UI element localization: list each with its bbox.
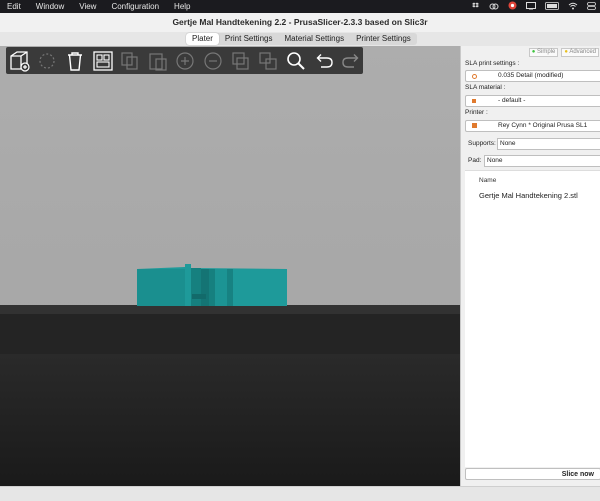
3d-scene[interactable] xyxy=(0,46,460,486)
paste-icon[interactable] xyxy=(146,49,170,73)
plater-toolbar xyxy=(6,47,363,74)
menu-configuration[interactable]: Configuration xyxy=(111,2,159,11)
right-sidebar: ● Simple ● Advanced SLA print settings :… xyxy=(460,46,600,486)
mode-advanced-button[interactable]: ● Advanced xyxy=(561,48,599,57)
tray-dropbox-icon[interactable] xyxy=(471,2,480,12)
tray-control-center-icon[interactable] xyxy=(587,1,596,12)
tray-wifi-icon[interactable] xyxy=(568,2,578,12)
print-bed-front xyxy=(0,314,460,354)
printer-value: Rey Cynn * Original Prusa SL1 xyxy=(498,122,588,129)
mode-advanced-dot-icon: ● xyxy=(564,49,568,55)
menu-help[interactable]: Help xyxy=(174,2,190,11)
print-settings-value: 0.035 Detail (modified) xyxy=(498,72,564,79)
tab-group: Plater Print Settings Material Settings … xyxy=(186,33,417,45)
menu-window[interactable]: Window xyxy=(36,2,64,11)
material-color-icon xyxy=(472,99,476,103)
preset-modified-icon xyxy=(472,74,477,79)
material-label: SLA material : xyxy=(465,84,506,91)
object-list-header-name: Name xyxy=(479,177,497,184)
object-list[interactable]: Name Gertje Mal Handtekening 2.stl xyxy=(465,170,600,467)
search-icon[interactable] xyxy=(284,49,308,73)
printer-label: Printer : xyxy=(465,109,488,116)
system-menubar: Edit Window View Configuration Help xyxy=(0,0,600,13)
material-value: - default - xyxy=(498,97,526,104)
copy-icon[interactable] xyxy=(118,49,142,73)
status-tray xyxy=(471,0,596,13)
model-object[interactable] xyxy=(137,264,287,306)
supports-select[interactable]: None xyxy=(497,138,600,150)
tray-screen-icon[interactable] xyxy=(526,1,536,12)
pad-select[interactable]: None xyxy=(484,155,600,167)
mode-switcher: ● Simple ● Advanced xyxy=(528,48,599,57)
tray-keyboard-icon[interactable] xyxy=(545,1,559,12)
mode-simple-button[interactable]: ● Simple xyxy=(528,48,559,57)
print-settings-combo[interactable]: 0.035 Detail (modified) xyxy=(465,70,600,82)
status-bar xyxy=(0,486,600,501)
split-objects-icon[interactable] xyxy=(229,49,253,73)
mode-advanced-label: Advanced xyxy=(569,49,596,55)
mode-simple-dot-icon: ● xyxy=(531,49,536,55)
print-bed-surface xyxy=(0,305,460,314)
printer-combo[interactable]: Rey Cynn * Original Prusa SL1 xyxy=(465,120,600,132)
print-settings-label: SLA print settings : xyxy=(465,60,520,67)
instance-remove-icon[interactable] xyxy=(201,49,225,73)
tab-material-settings[interactable]: Material Settings xyxy=(278,33,350,45)
supports-label: Supports: xyxy=(468,140,496,147)
material-combo[interactable]: - default - xyxy=(465,95,600,107)
window-title: Gertje Mal Handtekening 2.2 - PrusaSlice… xyxy=(0,13,600,32)
object-list-item[interactable]: Gertje Mal Handtekening 2.stl xyxy=(479,191,578,200)
tray-record-icon[interactable] xyxy=(508,1,517,12)
pad-label: Pad: xyxy=(468,157,482,164)
split-parts-icon[interactable] xyxy=(256,49,280,73)
mode-simple-label: Simple xyxy=(537,49,556,55)
printer-color-icon xyxy=(472,123,477,128)
tab-printer-settings[interactable]: Printer Settings xyxy=(350,33,417,45)
add-icon[interactable] xyxy=(8,49,32,73)
instance-add-icon[interactable] xyxy=(174,49,198,73)
undo-icon[interactable] xyxy=(312,49,336,73)
arrange-icon[interactable] xyxy=(91,49,115,73)
delete-icon[interactable] xyxy=(36,49,60,73)
slice-now-button[interactable]: Slice now xyxy=(465,468,600,480)
tab-print-settings[interactable]: Print Settings xyxy=(219,33,279,45)
delete-all-icon[interactable] xyxy=(63,49,87,73)
menu-view[interactable]: View xyxy=(79,2,96,11)
tab-plater[interactable]: Plater xyxy=(186,33,219,45)
menu-edit[interactable]: Edit xyxy=(7,2,21,11)
tab-bar: Plater Print Settings Material Settings … xyxy=(0,32,600,47)
print-bed-base xyxy=(0,354,460,486)
tray-creative-cloud-icon[interactable] xyxy=(489,2,499,12)
redo-icon[interactable] xyxy=(339,49,363,73)
